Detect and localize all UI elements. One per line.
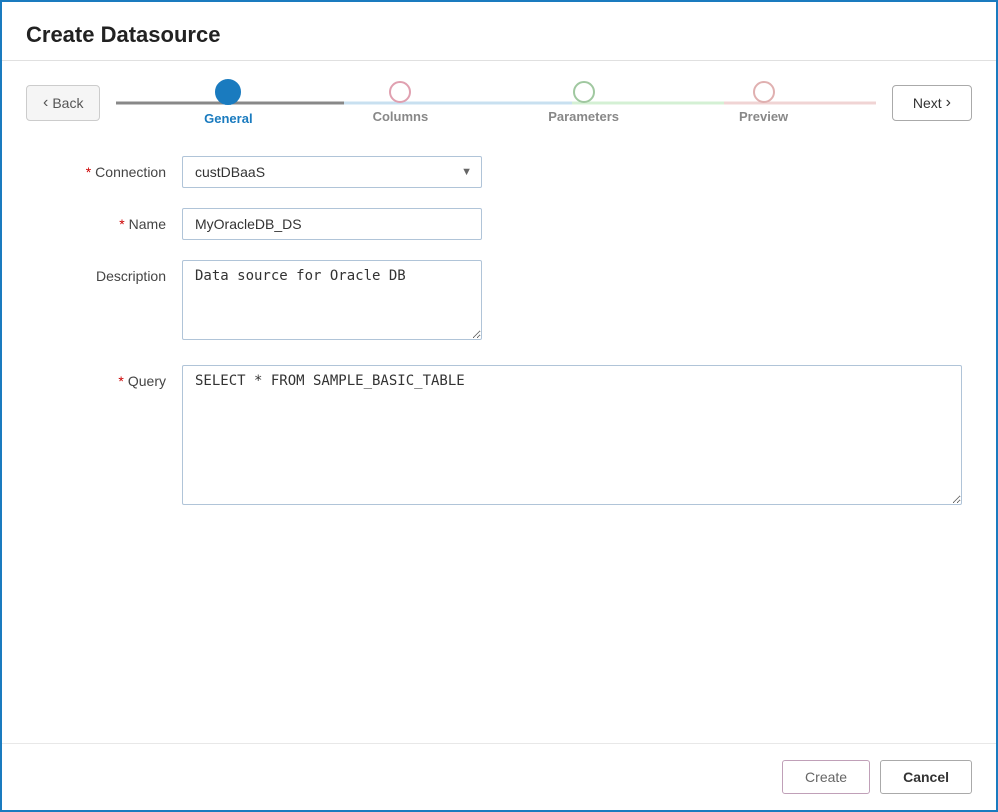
query-label: *Query (42, 365, 182, 389)
name-row: *Name (42, 208, 956, 240)
connection-select-wrapper: custDBaaS OracleDB MySQL (182, 156, 482, 188)
form-area: *Connection custDBaaS OracleDB MySQL *Na… (2, 136, 996, 743)
cancel-button[interactable]: Cancel (880, 760, 972, 794)
name-input[interactable] (182, 208, 482, 240)
description-textarea[interactable]: Data source for Oracle DB (182, 260, 482, 340)
connection-control: custDBaaS OracleDB MySQL (182, 156, 956, 188)
query-control: SELECT * FROM SAMPLE_BASIC_TABLE (182, 365, 962, 510)
connection-required: * (86, 164, 91, 180)
step-circle-parameters (573, 81, 595, 103)
description-control: Data source for Oracle DB (182, 260, 956, 345)
step-general[interactable]: General (204, 79, 252, 126)
step-preview[interactable]: Preview (739, 81, 788, 124)
name-control (182, 208, 956, 240)
name-required: * (119, 216, 124, 232)
step-columns[interactable]: Columns (373, 81, 429, 124)
steps-container: General Columns Parameters Preview (116, 79, 875, 126)
next-button[interactable]: Next (892, 85, 972, 121)
step-label-general: General (204, 111, 252, 126)
connection-label: *Connection (42, 156, 182, 180)
steps: General Columns Parameters Preview (204, 79, 788, 126)
step-label-columns: Columns (373, 109, 429, 124)
description-label: Description (42, 260, 182, 284)
back-button[interactable]: Back (26, 85, 100, 121)
query-row: *Query SELECT * FROM SAMPLE_BASIC_TABLE (42, 365, 956, 510)
back-label: Back (52, 95, 83, 111)
dialog-header: Create Datasource (2, 2, 996, 61)
connection-row: *Connection custDBaaS OracleDB MySQL (42, 156, 956, 188)
step-circle-preview (753, 81, 775, 103)
chevron-left-icon (43, 94, 48, 112)
step-circle-columns (389, 81, 411, 103)
connection-select[interactable]: custDBaaS OracleDB MySQL (182, 156, 482, 188)
next-label: Next (913, 95, 942, 111)
wizard-nav: Back General Columns Parameters (2, 61, 996, 136)
step-label-parameters: Parameters (548, 109, 619, 124)
create-button[interactable]: Create (782, 760, 870, 794)
name-label: *Name (42, 208, 182, 232)
query-textarea[interactable]: SELECT * FROM SAMPLE_BASIC_TABLE (182, 365, 962, 505)
step-label-preview: Preview (739, 109, 788, 124)
step-circle-general (215, 79, 241, 105)
dialog-footer: Create Cancel (2, 743, 996, 810)
step-parameters[interactable]: Parameters (548, 81, 619, 124)
create-datasource-dialog: Create Datasource Back General Columns (0, 0, 998, 812)
description-row: Description Data source for Oracle DB (42, 260, 956, 345)
query-required: * (118, 373, 123, 389)
dialog-title: Create Datasource (26, 22, 972, 48)
chevron-right-icon (946, 94, 951, 112)
